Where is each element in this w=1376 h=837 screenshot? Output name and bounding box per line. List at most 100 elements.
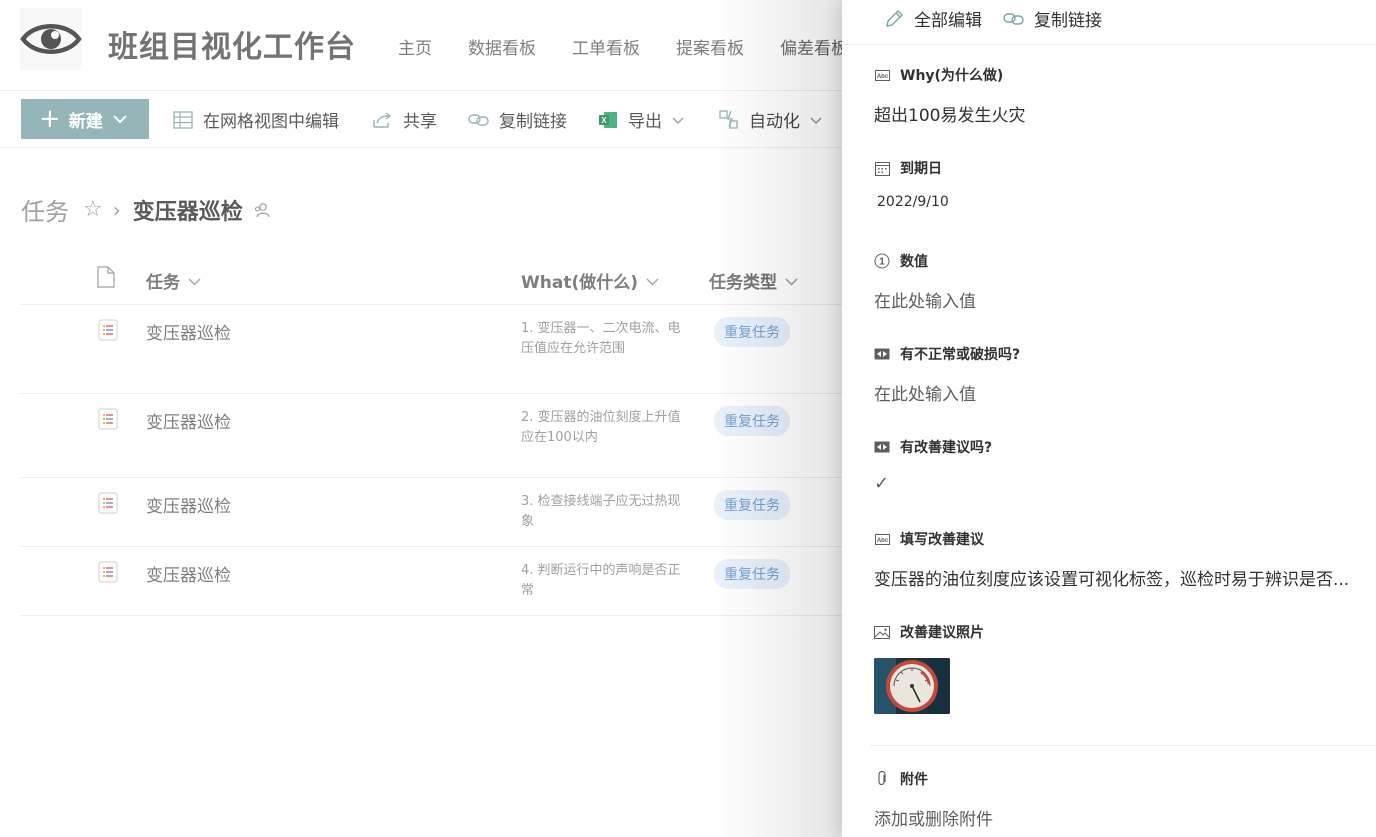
checkmark-icon[interactable]: ✓ — [874, 473, 1364, 494]
field-number-label: 数值 — [900, 254, 928, 270]
number-icon: 1 — [874, 253, 890, 269]
list-item-icon — [98, 492, 118, 518]
column-header-task[interactable]: 任务 — [146, 268, 201, 293]
link-icon — [468, 113, 489, 127]
site-title[interactable]: 班组目视化工作台 — [108, 22, 356, 66]
automate-label: 自动化 — [749, 112, 800, 132]
list-item-icon — [98, 319, 118, 345]
calendar-icon — [874, 161, 890, 176]
text-field-icon: Abc — [874, 533, 890, 545]
field-why-label: Why(为什么做) — [900, 68, 1004, 84]
chevron-down-icon — [188, 271, 201, 291]
chevron-down-icon — [672, 110, 684, 130]
nav-proposal-board[interactable]: 提案看板 — [676, 34, 744, 59]
field-photo-label: 改善建议照片 — [900, 625, 984, 641]
nav-data-board[interactable]: 数据看板 — [468, 34, 536, 59]
file-type-icon[interactable] — [96, 266, 116, 292]
automate-icon — [718, 109, 739, 130]
list-item-icon — [98, 408, 118, 434]
pencil-icon — [884, 9, 904, 29]
export-label: 导出 — [628, 112, 662, 132]
field-suggestion: Abc 填写改善建议 变压器的油位刻度应该设置可视化标签，巡检时易于辨识是否..… — [874, 529, 1364, 590]
svg-text:X: X — [601, 116, 607, 125]
share-button[interactable]: 共享 — [372, 107, 437, 132]
panel-toolbar: 全部编辑 复制链接 — [842, 0, 1376, 45]
link-icon — [1003, 12, 1024, 26]
grid-edit-button[interactable]: 在网格视图中编辑 — [173, 107, 339, 132]
table-row[interactable]: 变压器巡检 4. 判断运行中的声响是否正常 重复任务 — [20, 547, 850, 616]
chevron-down-icon — [810, 110, 822, 130]
share-label: 共享 — [403, 112, 437, 132]
field-why: Abc Why(为什么做) 超出100易发生火灾 — [874, 65, 1364, 126]
people-icon[interactable] — [253, 201, 271, 219]
excel-icon: X — [598, 111, 618, 129]
column-header-task-label: 任务 — [146, 273, 180, 293]
item-details-panel: 全部编辑 复制链接 Abc Why(为什么做) 超出100易发生火灾 到期日 2… — [842, 0, 1376, 837]
panel-copy-link-button[interactable]: 复制链接 — [1003, 6, 1102, 31]
eye-logo-icon[interactable] — [20, 8, 82, 70]
field-abnormal-label: 有不正常或破损吗? — [900, 347, 1021, 363]
chevron-down-icon — [785, 271, 798, 291]
table-row[interactable]: 变压器巡检 3. 检查接线端子应无过热现象 重复任务 — [20, 478, 850, 547]
copy-link-button[interactable]: 复制链接 — [468, 107, 567, 132]
yes-no-icon — [874, 441, 890, 453]
row-what: 1. 变压器一、二次电流、电压值应在允许范围 — [521, 321, 681, 356]
nav-deviation-board[interactable]: 偏差看板 — [780, 34, 848, 59]
new-label: 新建 — [68, 111, 103, 132]
field-number-input[interactable]: 在此处输入值 — [874, 287, 1364, 312]
field-photo: 改善建议照片 — [874, 622, 1364, 714]
panel-divider — [870, 745, 1376, 746]
field-abnormal-input[interactable]: 在此处输入值 — [874, 380, 1364, 405]
chevron-down-icon — [646, 271, 659, 291]
paperclip-icon — [874, 771, 890, 787]
row-title[interactable]: 变压器巡检 — [146, 492, 231, 517]
field-why-label-row: Abc Why(为什么做) — [874, 65, 1364, 85]
plus-icon: + — [39, 104, 61, 134]
row-title[interactable]: 变压器巡检 — [146, 408, 231, 433]
field-why-value[interactable]: 超出100易发生火灾 — [874, 101, 1364, 126]
nav-workorder-board[interactable]: 工单看板 — [572, 34, 640, 59]
add-remove-attachments-link[interactable]: 添加或删除附件 — [874, 805, 1364, 830]
task-type-badge: 重复任务 — [714, 317, 790, 347]
field-due-value[interactable]: 2022/9/10 — [877, 194, 1364, 210]
list-item-icon — [98, 561, 118, 587]
column-header-type[interactable]: 任务类型 — [709, 268, 798, 293]
list-header: 任务 What(做什么) 任务类型 — [20, 252, 850, 305]
row-what: 2. 变压器的油位刻度上升值应在100以内 — [521, 410, 681, 445]
field-number-label-row: 1 数值 — [874, 251, 1364, 271]
field-has-suggestion-label-row: 有改善建议吗? — [874, 437, 1364, 457]
share-icon — [372, 111, 393, 129]
breadcrumb-current: 变压器巡检 — [132, 199, 243, 225]
column-header-what[interactable]: What(做什么) — [521, 268, 659, 293]
row-what: 3. 检查接线端子应无过热现象 — [521, 494, 681, 529]
chevron-right-icon: › — [112, 197, 121, 222]
pressure-gauge-photo[interactable] — [874, 658, 950, 714]
breadcrumb-root[interactable]: 任务 — [21, 192, 69, 227]
column-header-type-label: 任务类型 — [709, 273, 777, 293]
nav-home[interactable]: 主页 — [398, 34, 432, 59]
edit-all-button[interactable]: 全部编辑 — [884, 6, 982, 31]
svg-text:Abc: Abc — [876, 74, 888, 80]
field-attachments: 附件 添加或删除附件 — [874, 769, 1364, 830]
export-button[interactable]: X 导出 — [598, 107, 684, 132]
row-title[interactable]: 变压器巡检 — [146, 319, 231, 344]
row-what: 4. 判断运行中的声响是否正常 — [521, 563, 681, 598]
grid-edit-label: 在网格视图中编辑 — [203, 112, 339, 132]
task-type-badge: 重复任务 — [714, 490, 790, 520]
grid-icon — [173, 110, 193, 130]
table-row[interactable]: 变压器巡检 1. 变压器一、二次电流、电压值应在允许范围 重复任务 — [20, 305, 850, 394]
field-photo-label-row: 改善建议照片 — [874, 622, 1364, 642]
table-row[interactable]: 变压器巡检 2. 变压器的油位刻度上升值应在100以内 重复任务 — [20, 394, 850, 478]
field-suggestion-value[interactable]: 变压器的油位刻度应该设置可视化标签，巡检时易于辨识是否... — [874, 565, 1364, 590]
star-icon[interactable]: ☆ — [83, 197, 103, 222]
automate-button[interactable]: 自动化 — [718, 107, 822, 132]
field-number: 1 数值 在此处输入值 — [874, 251, 1364, 312]
new-button[interactable]: + 新建 — [21, 99, 149, 139]
row-title[interactable]: 变压器巡检 — [146, 561, 231, 586]
field-suggestion-label-row: Abc 填写改善建议 — [874, 529, 1364, 549]
task-type-badge: 重复任务 — [714, 559, 790, 589]
copy-link-label: 复制链接 — [499, 112, 567, 132]
field-suggestion-label: 填写改善建议 — [900, 532, 984, 548]
svg-text:1: 1 — [879, 257, 885, 268]
chevron-down-icon — [113, 109, 127, 129]
